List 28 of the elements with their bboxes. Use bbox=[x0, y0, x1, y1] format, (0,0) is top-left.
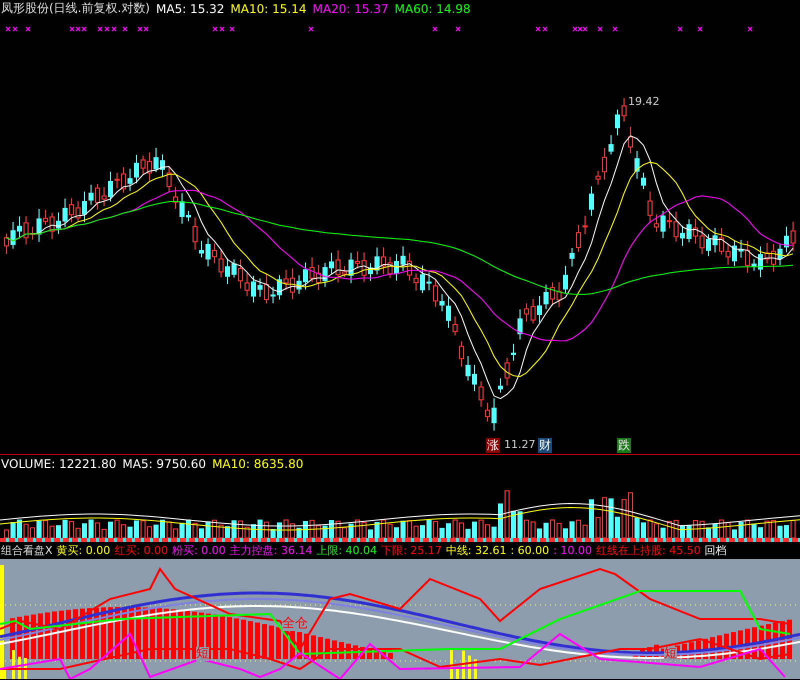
indicator-value: 上限: 40.04 bbox=[316, 543, 378, 558]
indicator-value: VOLUME: 12221.80 bbox=[1, 456, 116, 470]
indicator-value: : 10.00 bbox=[553, 544, 592, 557]
event-marker: 涨 bbox=[486, 438, 500, 453]
indicator-value: MA10: 8635.80 bbox=[212, 456, 304, 470]
indicator-value: : 60.00 bbox=[510, 544, 550, 557]
chart-annotation: 短 bbox=[664, 647, 677, 661]
low-price-label: 11.27 bbox=[504, 438, 536, 451]
indicator-value: 黄买: 0.00 bbox=[56, 543, 110, 558]
indicator-value: 红买: 0.00 bbox=[114, 543, 168, 558]
indicator-value: 主力控盘: 36.14 bbox=[230, 543, 312, 558]
chart-title: 组合看盘X bbox=[1, 543, 53, 558]
indicator-value: MA60: 14.98 bbox=[394, 2, 471, 16]
indicator-value: MA10: 15.14 bbox=[230, 2, 306, 16]
event-marker: 财 bbox=[538, 438, 552, 453]
indicator-value: 中线: 32.61 bbox=[446, 543, 506, 558]
indicator-value: MA20: 15.37 bbox=[312, 2, 389, 16]
chart-title: 凤形股份(日线.前复权.对数) bbox=[1, 0, 150, 17]
indicator-value: MA5: 9750.60 bbox=[122, 456, 206, 470]
high-price-label: 19.42 bbox=[628, 95, 660, 108]
chart-annotation: 短 bbox=[196, 647, 209, 661]
indicator-value: 回档 bbox=[704, 543, 727, 558]
event-marker: 跌 bbox=[617, 438, 631, 453]
indicator-value: MA5: 15.32 bbox=[156, 2, 224, 16]
chart-annotation: 全仓 bbox=[282, 617, 308, 631]
indicator-value: 粉买: 0.00 bbox=[172, 543, 226, 558]
indicator-value: 红线在上持股: 45.50 bbox=[596, 543, 701, 558]
indicator-value: 下限: 25.17 bbox=[381, 543, 442, 558]
